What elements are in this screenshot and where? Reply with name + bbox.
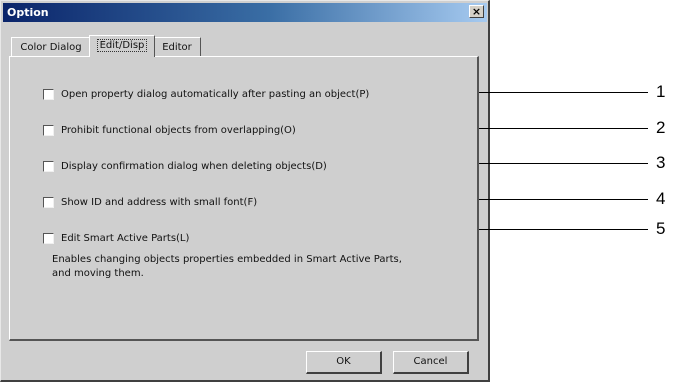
- close-icon: ×: [471, 5, 482, 18]
- option-confirm-delete[interactable]: Display confirmation dialog when deletin…: [43, 159, 327, 173]
- small-font-checkbox[interactable]: [43, 196, 54, 208]
- option-edit-smart-active-parts[interactable]: Edit Smart Active Parts(L): [43, 231, 189, 245]
- option-label: Display confirmation dialog when deletin…: [61, 160, 327, 172]
- callout-number-3: 3: [656, 153, 666, 172]
- cancel-button[interactable]: Cancel: [393, 351, 469, 374]
- tab-label: Color Dialog: [20, 42, 82, 53]
- callout-number-5: 5: [656, 219, 666, 238]
- option-prohibit-overlapping[interactable]: Prohibit functional objects from overlap…: [43, 123, 296, 137]
- open-property-dialog-checkbox[interactable]: [43, 88, 54, 100]
- option-label: Prohibit functional objects from overlap…: [61, 124, 296, 136]
- tab-editor[interactable]: Editor: [153, 37, 201, 57]
- title-bar[interactable]: Option ×: [3, 3, 487, 22]
- smart-parts-description: Enables changing objects properties embe…: [52, 254, 402, 279]
- ok-button[interactable]: OK: [306, 351, 382, 374]
- tab-edit-disp[interactable]: Edit/Disp: [89, 35, 155, 57]
- callout-number-1: 1: [656, 82, 666, 101]
- option-open-property-dialog[interactable]: Open property dialog automatically after…: [43, 87, 369, 101]
- edit-disp-panel: Open property dialog automatically after…: [9, 56, 479, 341]
- option-label: Open property dialog automatically after…: [61, 88, 370, 100]
- callout-number-4: 4: [656, 189, 666, 208]
- tab-color-dialog[interactable]: Color Dialog: [11, 37, 91, 57]
- close-button[interactable]: ×: [469, 5, 484, 18]
- confirm-delete-checkbox[interactable]: [43, 160, 54, 172]
- prohibit-overlapping-checkbox[interactable]: [43, 124, 54, 136]
- option-dialog: Option × Color Dialog Edit/Disp Editor O…: [0, 0, 490, 382]
- option-label: Show ID and address with small font(F): [61, 196, 258, 208]
- tab-label: Edit/Disp: [96, 39, 148, 52]
- dialog-title: Option: [7, 6, 49, 19]
- edit-smart-active-parts-checkbox[interactable]: [43, 232, 54, 244]
- tab-label: Editor: [162, 42, 192, 53]
- option-small-font[interactable]: Show ID and address with small font(F): [43, 195, 257, 209]
- callout-number-2: 2: [656, 118, 666, 137]
- option-label: Edit Smart Active Parts(L): [61, 232, 190, 244]
